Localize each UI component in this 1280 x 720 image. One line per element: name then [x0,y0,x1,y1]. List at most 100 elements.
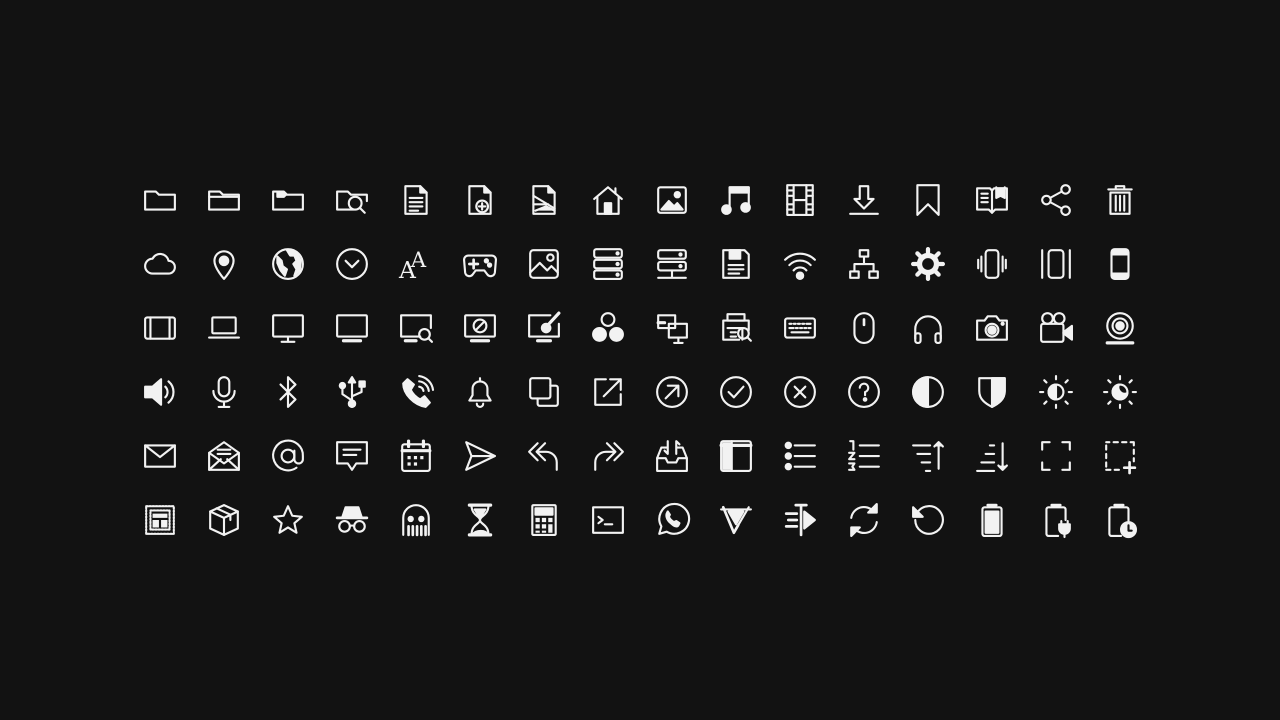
terminal-icon [576,488,640,552]
film-icon [768,168,832,232]
image-frame-icon [512,232,576,296]
mail-icon-glyph [144,444,176,468]
hourglass-icon [448,488,512,552]
battery-clock-icon-glyph [1108,503,1137,539]
reply-all-icon [512,424,576,488]
printer-search-icon-glyph [722,313,752,342]
shield-icon [960,360,1024,424]
star-icon-glyph [273,505,303,534]
layout-grid-icon-glyph [145,505,175,535]
document-icon [384,168,448,232]
laptop-icon-glyph [208,316,240,339]
smartphone-icon [1088,232,1152,296]
contrast-icon [896,360,960,424]
hourglass-icon-glyph [467,503,493,537]
microphone-icon [192,360,256,424]
package-icon [192,488,256,552]
circles-icon [576,296,640,360]
folder-search-icon [320,168,384,232]
trash-icon [1088,168,1152,232]
webcam-icon [1088,296,1152,360]
keyboard-icon-glyph [784,317,816,339]
document-image-icon [512,168,576,232]
bookmark-icon [896,168,960,232]
close-circle-icon-glyph [784,376,816,408]
select-add-icon-glyph [1105,441,1137,475]
share-icon-glyph [1041,184,1071,216]
volume-icon-glyph [144,378,175,406]
usb-icon-glyph [338,376,366,408]
camera-icon-glyph [976,315,1008,341]
phone-ring-icon-glyph [402,375,435,408]
film-icon-glyph [786,184,814,216]
sort-descending-icon [960,424,1024,488]
clock-icon [320,232,384,296]
folder-open-icon [192,168,256,232]
whatsapp-icon [640,488,704,552]
arrow-up-right-circle-icon-glyph [656,376,688,408]
keyboard-icon [768,296,832,360]
gear-icon [896,232,960,296]
clock-icon-glyph [336,248,368,280]
monitor-icon [256,296,320,360]
star-icon [256,488,320,552]
battery-charging-icon-glyph [1045,503,1071,539]
save-floppy-icon [704,232,768,296]
home-icon [576,168,640,232]
monitor-pen-icon-glyph [528,311,561,343]
font-icon: AA [384,232,448,296]
image-icon [640,168,704,232]
calendar-icon-glyph [400,439,432,472]
chat-icon [320,424,384,488]
monitor-search-icon [384,296,448,360]
headphones-icon [896,296,960,360]
fast-forward-icon-glyph [784,503,816,537]
battery-icon [960,488,1024,552]
send-icon [448,424,512,488]
list-bullet-icon [768,424,832,488]
sync-icon [832,488,896,552]
inbox-icon-glyph [656,440,688,472]
image-icon-glyph [657,186,687,214]
night-mode-icon [1088,360,1152,424]
contrast-icon-glyph [912,376,944,408]
at-icon [256,424,320,488]
trash-icon-glyph [1107,185,1133,215]
undo-icon-glyph [912,505,944,535]
copy-icon-glyph [529,377,559,407]
monitor-block-icon-glyph [464,314,496,343]
phone-ring-icon [384,360,448,424]
night-mode-icon-glyph [1103,375,1137,409]
phone-vibrate-icon-glyph [977,249,1007,279]
forward-all-icon [576,424,640,488]
volume-icon [128,360,192,424]
share-icon [1024,168,1088,232]
video-camera-icon-glyph [1040,312,1073,343]
document-image-icon-glyph [532,185,556,215]
wifi-icon-glyph [784,252,816,280]
monitor-pen-icon [512,296,576,360]
incognito-icon-glyph [335,506,369,533]
display-icon-glyph [336,314,368,343]
server-icon-glyph [593,248,623,280]
devices-icon [640,296,704,360]
cloud-icon [128,232,192,296]
calculator-icon [512,488,576,552]
gamepad-icon-glyph [463,254,497,278]
fast-forward-icon [768,488,832,552]
book-open-icon-glyph [976,186,1008,214]
bluetooth-icon-glyph [279,376,297,408]
chat-icon-glyph [336,441,368,471]
folder-tag-icon [256,168,320,232]
fullscreen-icon [1024,424,1088,488]
music-icon [704,168,768,232]
laptop-icon [192,296,256,360]
devices-icon-glyph [656,314,688,344]
globe-icon [256,232,320,296]
svg-text:A: A [410,248,427,273]
display-icon [320,296,384,360]
mail-open-icon [192,424,256,488]
cloud-icon-glyph [144,252,176,275]
map-pin-icon-glyph [213,250,235,280]
calendar-icon [384,424,448,488]
